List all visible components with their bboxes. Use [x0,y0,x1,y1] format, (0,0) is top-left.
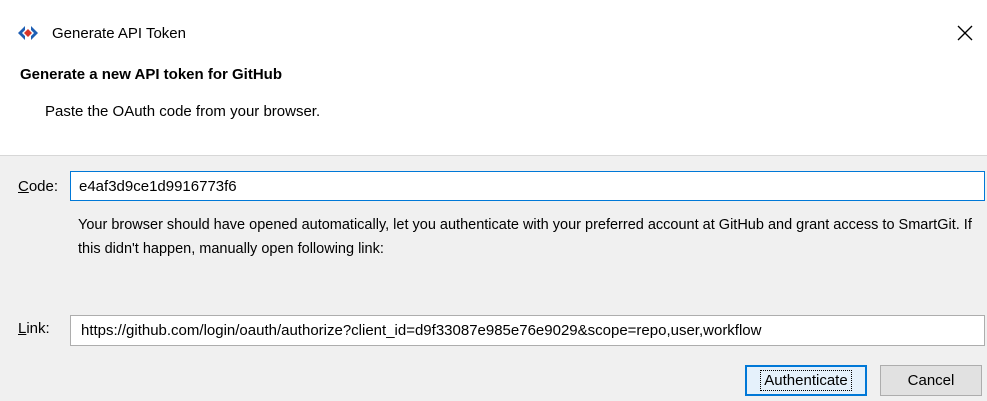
code-label: Code: [18,178,58,195]
link-label-text: ink: [26,320,50,337]
header-separator [0,155,987,156]
dialog-heading: Generate a new API token for GitHub [20,66,282,83]
window-title: Generate API Token [52,25,186,42]
cancel-button[interactable]: Cancel [880,365,982,396]
smartgit-diamond-icon [18,26,38,40]
title-bar: Generate API Token [0,0,987,64]
close-icon[interactable] [956,24,974,42]
code-label-mnemonic: C [18,178,29,195]
help-text: Your browser should have opened automati… [78,217,972,257]
authenticate-button[interactable]: Authenticate [745,365,867,396]
authenticate-button-label: Authenticate [760,370,852,391]
link-label: Link: [18,320,50,337]
dialog-subtitle: Paste the OAuth code from your browser. [45,103,321,120]
code-input[interactable] [70,171,985,201]
code-label-text: ode: [28,178,59,195]
link-field[interactable]: https://github.com/login/oauth/authorize… [70,315,985,346]
